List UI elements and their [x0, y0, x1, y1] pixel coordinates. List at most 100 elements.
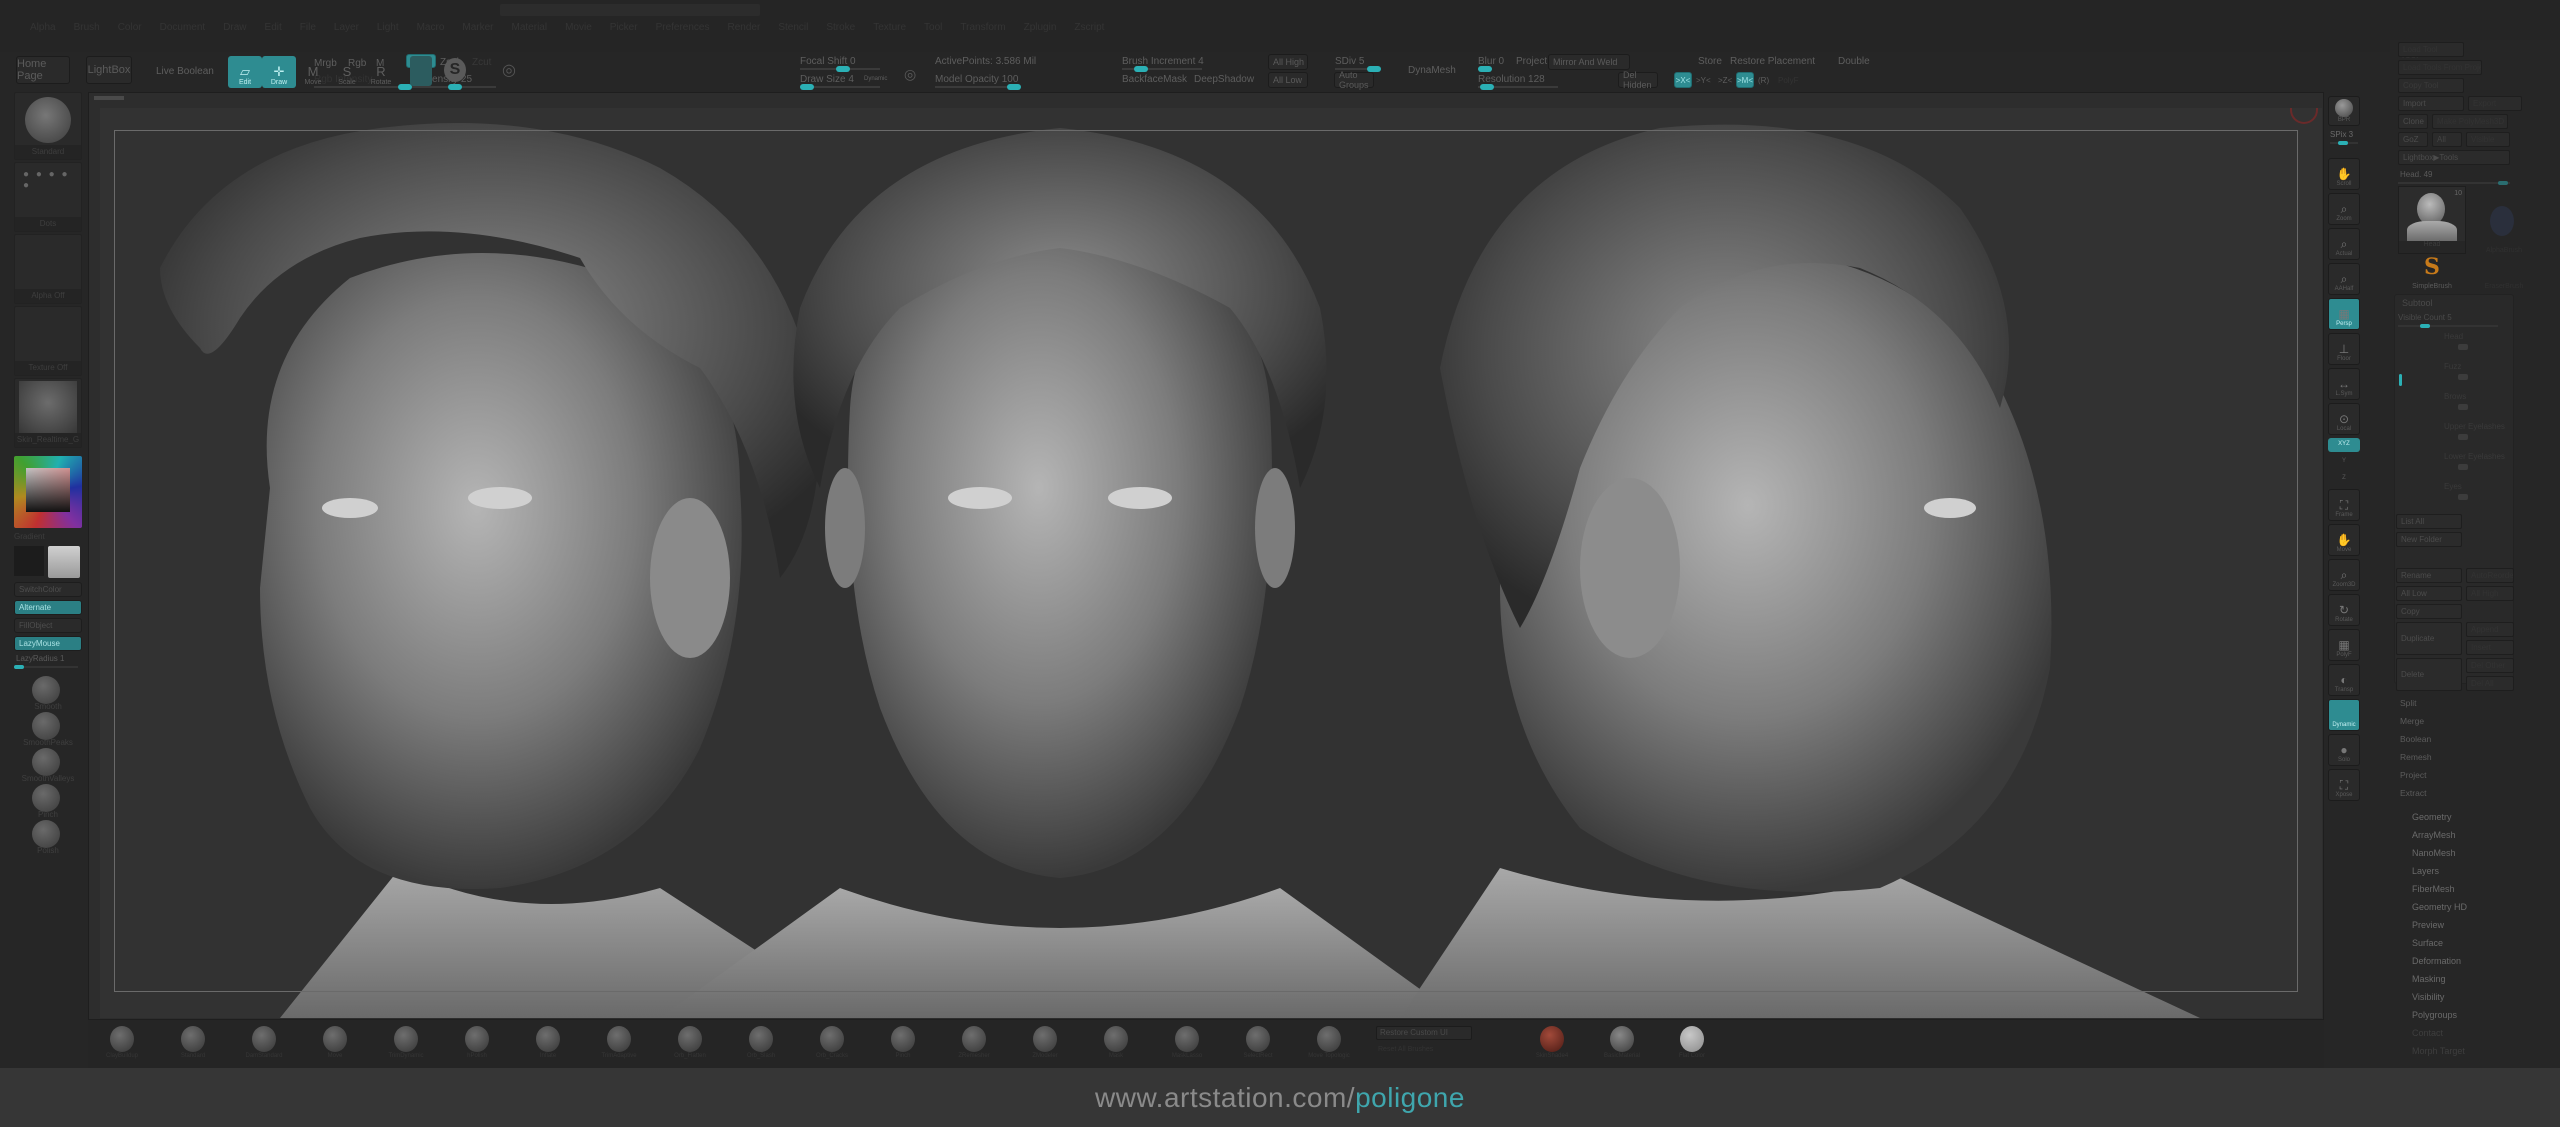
material-skinshade4[interactable]: SkinShade4: [1520, 1026, 1584, 1062]
menu-item-stroke[interactable]: Stroke: [826, 22, 855, 33]
menu-item-light[interactable]: Light: [377, 22, 399, 33]
bottom-brush-zremesher[interactable]: ZRemesher: [946, 1026, 1002, 1062]
tool-section-preview[interactable]: Preview: [2412, 920, 2444, 930]
mode-rotate-button[interactable]: R Rotate: [364, 56, 398, 88]
menu-item-material[interactable]: Material: [512, 22, 548, 33]
tool-section-layers[interactable]: Layers: [2412, 866, 2439, 876]
subtool-remesh-section[interactable]: Remesh: [2400, 752, 2432, 762]
menu-item-preferences[interactable]: Preferences: [656, 22, 710, 33]
menu-item-picker[interactable]: Picker: [610, 22, 638, 33]
slider-knob[interactable]: [800, 84, 814, 90]
tool-section-surface[interactable]: Surface: [2412, 938, 2443, 948]
bpr-button[interactable]: BPR: [2328, 96, 2360, 126]
tool-section-morph-target[interactable]: Morph Target: [2412, 1046, 2465, 1056]
current-tool-track[interactable]: [2398, 181, 2510, 185]
lazy-radius-track[interactable]: [14, 665, 78, 669]
tool-section-arraymesh[interactable]: ArrayMesh: [2412, 830, 2456, 840]
model-opacity-slider[interactable]: Model Opacity 100: [935, 74, 1018, 85]
menu-item-draw[interactable]: Draw: [223, 22, 246, 33]
slider-knob[interactable]: [2420, 324, 2430, 328]
sculptris-icon[interactable]: S: [444, 58, 466, 82]
resolution-track[interactable]: [1478, 84, 1558, 90]
tray-zoom3d-button[interactable]: ⌕ Zoom3D: [2328, 559, 2360, 591]
slider-knob[interactable]: [1480, 84, 1494, 90]
alpha-selector[interactable]: Alpha Off: [14, 234, 82, 304]
canvas-tab[interactable]: [94, 96, 124, 100]
dynamic-toggle[interactable]: Dynamic: [864, 76, 887, 82]
bottom-brush-pinch[interactable]: Pinch: [875, 1026, 931, 1062]
material-basicmaterial[interactable]: BasicMaterial: [1590, 1026, 1654, 1062]
lightbox-tools-button[interactable]: Lightbox▶Tools: [2398, 150, 2510, 165]
tray-local-button[interactable]: ⊙ Local: [2328, 403, 2360, 435]
zcut-button[interactable]: Zcut: [472, 57, 491, 68]
tool-thumb-alphabrush[interactable]: AlphaBrush: [2470, 186, 2538, 254]
material-selector[interactable]: Skin_Realtime_G: [14, 378, 82, 448]
tray-zoom-button[interactable]: ⌕ Zoom: [2328, 193, 2360, 225]
del-other-button[interactable]: Del Other: [2466, 658, 2514, 673]
material-swatch[interactable]: [410, 56, 432, 86]
tray-floor-button[interactable]: ⊥ Floor: [2328, 333, 2360, 365]
subtool-scrollbar[interactable]: [2399, 374, 2402, 386]
visibility-toggle-icon[interactable]: [2458, 494, 2468, 500]
bottom-brush-trimadaptive[interactable]: TrimAdaptive: [591, 1026, 647, 1062]
delete-button[interactable]: Delete: [2396, 658, 2462, 691]
tool-thumb-simplebrush[interactable]: S SimpleBrush: [2398, 254, 2466, 290]
side-brush-smoothpeaks-icon[interactable]: [32, 712, 60, 740]
live-boolean-button[interactable]: Live Boolean: [156, 66, 214, 77]
radial-symmetry-button[interactable]: (R): [1758, 76, 1769, 85]
tool-section-contact[interactable]: Contact: [2412, 1028, 2443, 1038]
tool-section-visibility[interactable]: Visibility: [2412, 992, 2444, 1002]
menu-item-brush[interactable]: Brush: [74, 22, 100, 33]
subtool-extract-section[interactable]: Extract: [2400, 788, 2426, 798]
symmetry-z-button[interactable]: >Z<: [1718, 76, 1732, 85]
symmetry-x-button[interactable]: >X<: [1674, 72, 1692, 88]
subtool-item[interactable]: Eyes: [2404, 480, 2510, 508]
color-square[interactable]: [26, 468, 70, 512]
bottom-brush-hpolish[interactable]: hPolish: [449, 1026, 505, 1062]
tool-section-geometry[interactable]: Geometry: [2412, 812, 2452, 822]
side-brush-pinch-icon[interactable]: [32, 784, 60, 812]
tray-y-button[interactable]: Y: [2328, 455, 2360, 469]
list-all-button[interactable]: List All: [2396, 514, 2462, 529]
tray-actual-button[interactable]: ⌕ Actual: [2328, 228, 2360, 260]
symmetry-m-button[interactable]: >M<: [1736, 72, 1754, 88]
side-brush-polish-icon[interactable]: [32, 820, 60, 848]
bottom-brush-move-topologic[interactable]: Move Topologic: [1301, 1026, 1357, 1062]
spix-slider[interactable]: SPix 3: [2330, 130, 2353, 139]
all-high-button[interactable]: All High: [1268, 54, 1308, 70]
subtool-item[interactable]: Brows: [2404, 390, 2510, 418]
bottom-brush-move[interactable]: Move: [307, 1026, 363, 1062]
bottom-brush-masklasso[interactable]: MaskLasso: [1159, 1026, 1215, 1062]
menu-item-zplugin[interactable]: Zplugin: [1024, 22, 1057, 33]
deep-shadow-button[interactable]: DeepShadow: [1194, 74, 1254, 85]
reset-all-brushes-button[interactable]: Reset All Brushes: [1378, 1046, 1433, 1053]
spix-track[interactable]: [2330, 141, 2358, 145]
del-all-button[interactable]: Del All: [2466, 676, 2514, 691]
brush-increment-track[interactable]: [1122, 66, 1202, 72]
subtool-title[interactable]: Subtool: [2402, 298, 2433, 308]
material-flat-color[interactable]: Flat Color: [1660, 1026, 1724, 1062]
restore-placement-button[interactable]: Restore Placement: [1730, 56, 1815, 67]
tray-transp-button[interactable]: ◐ Transp: [2328, 664, 2360, 696]
load-tool-button[interactable]: Load Tool: [2398, 42, 2464, 57]
bottom-brush-claybuildup[interactable]: ClayBuildup: [94, 1026, 150, 1062]
mode-edit-button[interactable]: ▱ Edit: [228, 56, 262, 88]
menu-item-alpha[interactable]: Alpha: [30, 22, 56, 33]
subtool-item[interactable]: Fuzz: [2404, 360, 2510, 388]
tool-section-masking[interactable]: Masking: [2412, 974, 2446, 984]
lazy-mouse-button[interactable]: LazyMouse: [14, 636, 82, 651]
draw-size-track[interactable]: [800, 84, 880, 90]
menu-item-tool[interactable]: Tool: [924, 22, 942, 33]
menu-item-layer[interactable]: Layer: [334, 22, 359, 33]
slider-knob[interactable]: [1007, 84, 1021, 90]
menu-item-zscript[interactable]: Zscript: [1074, 22, 1104, 33]
subtool-all-low-button[interactable]: All Low: [2396, 586, 2462, 601]
secondary-color-swatch[interactable]: [14, 546, 44, 576]
z-intensity-track[interactable]: [412, 84, 496, 90]
tray-solo-button[interactable]: ● Solo: [2328, 734, 2360, 766]
menu-item-stencil[interactable]: Stencil: [778, 22, 808, 33]
mirror-and-weld-button[interactable]: Mirror And Weld: [1548, 54, 1630, 70]
visibility-toggle-icon[interactable]: [2458, 374, 2468, 380]
subtool-item[interactable]: Lower Eyelashes: [2404, 450, 2510, 478]
project-toggle[interactable]: Project: [1516, 56, 1547, 67]
